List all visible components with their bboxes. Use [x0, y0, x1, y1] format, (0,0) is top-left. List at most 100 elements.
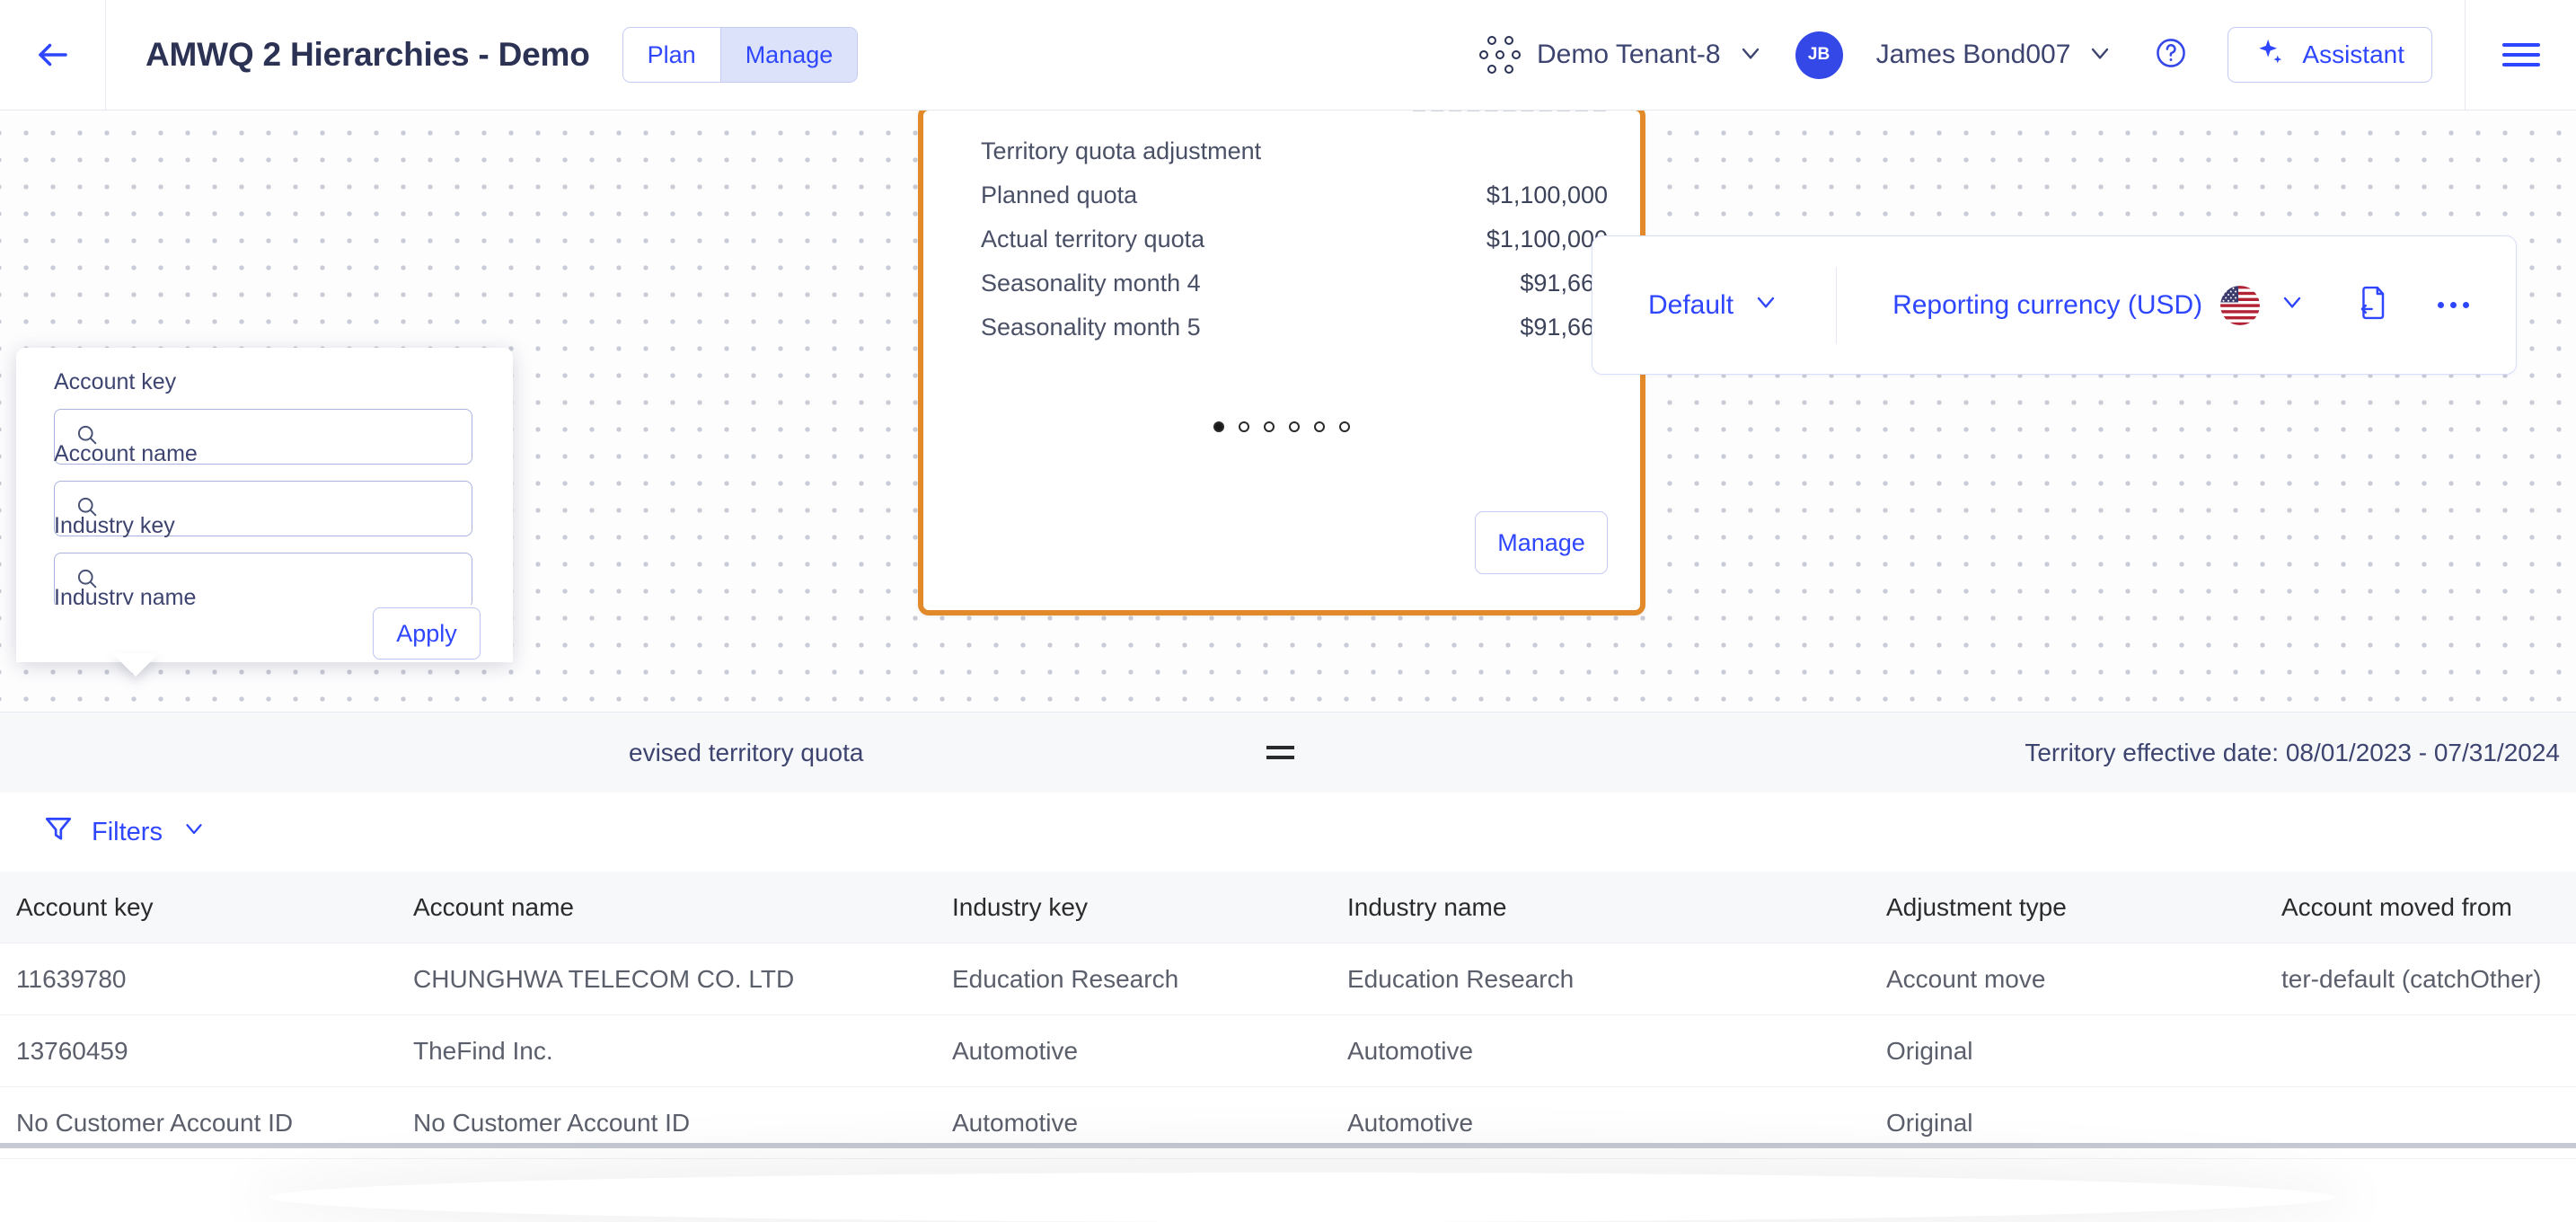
- card-row: Actual territory quota $1,100,000: [981, 226, 1608, 270]
- top-bar: AMWQ 2 Hierarchies - Demo Plan Manage De…: [0, 0, 2576, 111]
- filter-label: Account key: [54, 369, 177, 394]
- table-row[interactable]: 13760459 TheFind Inc. Automotive Automot…: [0, 1015, 2576, 1087]
- table-row[interactable]: No Customer Account ID No Customer Accou…: [0, 1087, 2576, 1159]
- funnel-icon: [43, 813, 74, 851]
- cell-industry-key: Education Research: [952, 964, 1179, 993]
- assistant-label: Assistant: [2302, 40, 2404, 68]
- arrow-left-icon: [34, 36, 72, 74]
- chevron-down-icon: [1751, 288, 1780, 323]
- column-header-account-key[interactable]: Account key: [0, 893, 413, 922]
- cell-account-moved-from: ter-default (catchOther): [2281, 964, 2542, 993]
- user-menu[interactable]: JB James Bond007: [1795, 31, 2115, 79]
- cell-industry-key: Automotive: [952, 1108, 1079, 1137]
- cell-industry-name: Automotive: [1347, 1036, 1474, 1065]
- column-header-account-name[interactable]: Account name: [413, 893, 952, 922]
- table-row[interactable]: 11639780 CHUNGHWA TELECOM CO. LTD Educat…: [0, 943, 2576, 1015]
- chevron-down-icon: [1736, 39, 1765, 72]
- export-file-icon[interactable]: [2357, 285, 2391, 325]
- pagination-dot[interactable]: [1264, 421, 1275, 432]
- column-header-industry-key[interactable]: Industry key: [952, 893, 1347, 922]
- accounts-table: Account key Account name Industry key In…: [0, 872, 2576, 1222]
- tab-plan[interactable]: Plan: [622, 28, 720, 82]
- card-row: Territory quota adjustment: [981, 137, 1608, 182]
- popup-arrow: [112, 653, 159, 677]
- pagination-dot[interactable]: [1289, 421, 1300, 432]
- chevron-down-icon: [2086, 39, 2114, 72]
- card-row-label: Seasonality month 5: [981, 314, 1201, 341]
- filters-bar: Filters: [0, 793, 2576, 872]
- more-horizontal-icon[interactable]: [2438, 302, 2469, 308]
- hamburger-menu-icon: [2501, 37, 2540, 73]
- mode-switcher: Plan Manage: [622, 27, 859, 83]
- card-row: Seasonality month 5 $91,667: [981, 314, 1608, 358]
- cell-industry-key: Automotive: [952, 1036, 1079, 1065]
- cell-adjustment-type: Original: [1886, 1108, 1973, 1137]
- filters-toggle[interactable]: Filters: [43, 813, 207, 851]
- sparkle-icon: [2255, 37, 2286, 74]
- column-header-industry-name[interactable]: Industry name: [1347, 893, 1886, 922]
- tab-manage[interactable]: Manage: [719, 28, 858, 82]
- column-header-account-moved-from[interactable]: Account moved from: [2281, 893, 2576, 922]
- filters-label: Filters: [92, 817, 163, 846]
- cell-account-name: CHUNGHWA TELECOM CO. LTD: [413, 964, 795, 993]
- cell-adjustment-type: Account move: [1886, 964, 2046, 993]
- cell-industry-name: Automotive: [1347, 1108, 1474, 1137]
- tenant-selector[interactable]: Demo Tenant-8: [1479, 34, 1765, 75]
- avatar: JB: [1795, 31, 1843, 79]
- card-pagination-dots[interactable]: [923, 421, 1640, 432]
- pagination-dot[interactable]: [1339, 421, 1350, 432]
- cell-adjustment-type: Original: [1886, 1036, 1973, 1065]
- page-title: AMWQ 2 Hierarchies - Demo: [146, 36, 590, 73]
- toolbar-divider: [1836, 266, 1838, 344]
- territory-effective-date: Territory effective date: 08/01/2023 - 0…: [2025, 738, 2560, 766]
- card-row-value: $1,100,000: [1486, 182, 1608, 208]
- question-circle-icon: [2154, 36, 2188, 75]
- cell-account-key: 11639780: [16, 964, 127, 993]
- cell-account-key: 13760459: [16, 1036, 128, 1065]
- card-manage-button[interactable]: Manage: [1475, 511, 1608, 574]
- status-left-text: evised territory quota: [629, 738, 864, 766]
- help-button[interactable]: [2154, 36, 2188, 75]
- canvas-status-bar: evised territory quota Territory effecti…: [0, 712, 2576, 793]
- territory-quota-card[interactable]: Territory quota adjustment Planned quota…: [918, 111, 1645, 615]
- filter-label: Industry key: [54, 513, 175, 538]
- canvas-toolbar: Default Reporting currency (USD): [1592, 235, 2517, 375]
- view-selector[interactable]: Default: [1648, 288, 1780, 323]
- pagination-dot[interactable]: [1239, 421, 1249, 432]
- apply-filters-button[interactable]: Apply: [373, 607, 481, 660]
- tenant-name: Demo Tenant-8: [1537, 40, 1721, 69]
- toolbar-actions: [2357, 285, 2469, 325]
- card-row-label: Planned quota: [981, 182, 1138, 208]
- pagination-dot[interactable]: [1314, 421, 1325, 432]
- column-header-adjustment-type[interactable]: Adjustment type: [1886, 893, 2281, 922]
- card-detail-rows: Territory quota adjustment Planned quota…: [981, 137, 1608, 358]
- cell-account-key: No Customer Account ID: [16, 1108, 294, 1137]
- card-row-label: Territory quota adjustment: [981, 137, 1262, 164]
- card-row-label: Actual territory quota: [981, 226, 1205, 252]
- cell-account-name: TheFind Inc.: [413, 1036, 553, 1065]
- filter-label: Account name: [54, 441, 198, 466]
- drag-handle-icon[interactable]: [1266, 746, 1294, 766]
- card-row-label: Seasonality month 4: [981, 270, 1201, 297]
- us-flag-icon: [2220, 285, 2261, 325]
- horizontal-scrollbar[interactable]: [0, 1143, 2576, 1148]
- table-header-row: Account key Account name Industry key In…: [0, 872, 2576, 943]
- currency-selector[interactable]: Reporting currency (USD): [1892, 285, 2307, 325]
- user-name: James Bond007: [1875, 40, 2071, 69]
- cell-account-name: No Customer Account ID: [413, 1108, 691, 1137]
- chevron-down-icon: [2278, 288, 2307, 323]
- cell-industry-name: Education Research: [1347, 964, 1575, 993]
- main-menu-button[interactable]: [2465, 0, 2576, 111]
- pagination-dot[interactable]: [1213, 421, 1224, 432]
- assistant-button[interactable]: Assistant: [2228, 27, 2432, 83]
- back-button[interactable]: [0, 0, 106, 111]
- card-row: Seasonality month 4 $91,667: [981, 270, 1608, 314]
- currency-label: Reporting currency (USD): [1892, 289, 2203, 320]
- top-bar-right: Demo Tenant-8 JB James Bond007 Assistant: [1479, 0, 2576, 111]
- view-selector-label: Default: [1648, 289, 1734, 320]
- filters-popup-footer: Apply: [16, 605, 513, 662]
- app-root: AMWQ 2 Hierarchies - Demo Plan Manage De…: [0, 0, 2576, 1222]
- apps-grid-icon: [1479, 34, 1522, 75]
- chevron-down-icon: [181, 815, 207, 849]
- card-row: Planned quota $1,100,000: [981, 182, 1608, 226]
